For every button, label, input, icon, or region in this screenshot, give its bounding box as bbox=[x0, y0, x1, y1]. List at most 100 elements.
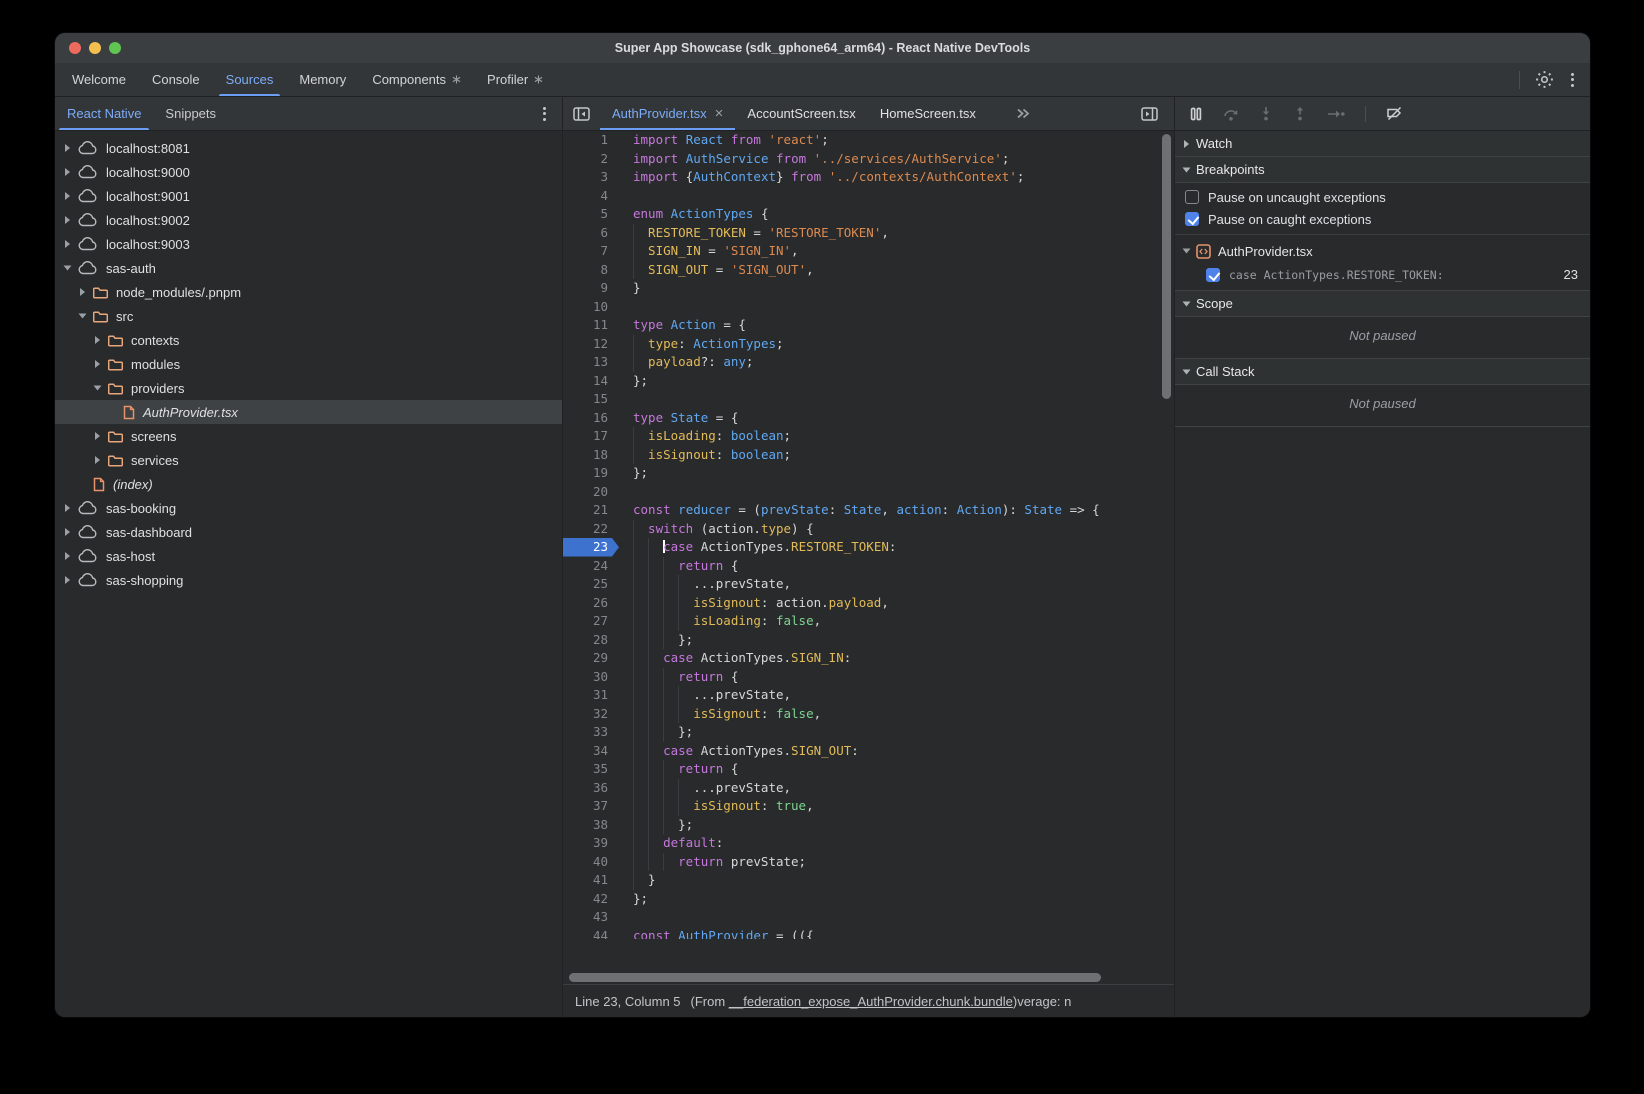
line-number[interactable]: 34 bbox=[563, 742, 619, 761]
line-number[interactable]: 1 bbox=[563, 131, 619, 150]
line-number[interactable]: 5 bbox=[563, 205, 619, 224]
line-number[interactable]: 8 bbox=[563, 261, 619, 280]
breakpoint-toggle-pause-on-uncaught-exceptions[interactable]: Pause on uncaught exceptions bbox=[1175, 186, 1590, 208]
checkbox[interactable] bbox=[1185, 190, 1199, 204]
line-number[interactable]: 24 bbox=[563, 557, 619, 576]
zoom-window-button[interactable] bbox=[109, 42, 121, 54]
minimize-window-button[interactable] bbox=[89, 42, 101, 54]
source-bundle-link[interactable]: __federation_expose_AuthProvider.chunk.b… bbox=[729, 994, 1013, 1009]
line-number[interactable]: 9 bbox=[563, 279, 619, 298]
line-number[interactable]: 30 bbox=[563, 668, 619, 687]
section-scope[interactable]: Scope bbox=[1175, 291, 1590, 317]
execution-line-badge[interactable]: 23 bbox=[563, 538, 619, 557]
line-number[interactable]: 10 bbox=[563, 298, 619, 317]
disclosure-box[interactable] bbox=[65, 144, 78, 152]
navigator-more-icon[interactable] bbox=[541, 105, 548, 123]
line-number[interactable]: 18 bbox=[563, 446, 619, 465]
line-number[interactable]: 17 bbox=[563, 427, 619, 446]
disclosure-triangle-icon[interactable] bbox=[1184, 140, 1189, 148]
line-number[interactable]: 7 bbox=[563, 242, 619, 261]
breakpoint-entry[interactable]: case ActionTypes.RESTORE_TOKEN:23 bbox=[1175, 263, 1590, 286]
tree-item-sas-booking[interactable]: sas-booking bbox=[55, 496, 562, 520]
tree-item-index[interactable]: (index) bbox=[55, 472, 562, 496]
tab-welcome[interactable]: Welcome bbox=[59, 63, 139, 96]
line-number[interactable]: 13 bbox=[563, 353, 619, 372]
line-number[interactable]: 21 bbox=[563, 501, 619, 520]
section-call-stack[interactable]: Call Stack bbox=[1175, 359, 1590, 385]
disclosure-box[interactable] bbox=[65, 552, 78, 560]
disclosure-box[interactable] bbox=[65, 192, 78, 200]
tab-sources[interactable]: Sources bbox=[213, 63, 287, 96]
editor-tab-authprovider-tsx[interactable]: AuthProvider.tsx× bbox=[600, 97, 735, 130]
breakpoint-file-group[interactable]: AuthProvider.tsx bbox=[1175, 239, 1590, 263]
disclosure-triangle-icon[interactable] bbox=[80, 288, 85, 296]
tree-item-screens[interactable]: screens bbox=[55, 424, 562, 448]
line-number[interactable]: 6 bbox=[563, 224, 619, 243]
disclosure-box[interactable] bbox=[65, 528, 78, 536]
line-number[interactable]: 26 bbox=[563, 594, 619, 613]
line-number[interactable]: 38 bbox=[563, 816, 619, 835]
tab-components[interactable]: Components bbox=[359, 63, 474, 96]
disclosure-box[interactable] bbox=[95, 336, 108, 344]
tree-item-localhost-9001[interactable]: localhost:9001 bbox=[55, 184, 562, 208]
close-tab-icon[interactable]: × bbox=[715, 106, 724, 121]
disclosure-triangle-icon[interactable] bbox=[65, 552, 70, 560]
disclosure-triangle-icon[interactable] bbox=[65, 144, 70, 152]
sidebar-tab-react-native[interactable]: React Native bbox=[55, 97, 153, 130]
disclosure-triangle-icon[interactable] bbox=[65, 168, 70, 176]
tree-item-contexts[interactable]: contexts bbox=[55, 328, 562, 352]
horizontal-scrollbar[interactable] bbox=[569, 973, 1101, 982]
line-number[interactable]: 36 bbox=[563, 779, 619, 798]
line-number[interactable]: 35 bbox=[563, 760, 619, 779]
show-debugger-icon[interactable] bbox=[1131, 107, 1168, 121]
checkbox[interactable] bbox=[1185, 212, 1199, 226]
disclosure-box[interactable] bbox=[65, 264, 78, 272]
hide-navigator-icon[interactable] bbox=[563, 107, 600, 121]
tree-item-sas-host[interactable]: sas-host bbox=[55, 544, 562, 568]
disclosure-triangle-icon[interactable] bbox=[1183, 369, 1191, 374]
disclosure-box[interactable] bbox=[95, 456, 108, 464]
disclosure-triangle-icon[interactable] bbox=[65, 192, 70, 200]
disclosure-triangle-icon[interactable] bbox=[65, 576, 70, 584]
vertical-scrollbar[interactable] bbox=[1162, 134, 1171, 399]
line-number[interactable]: 44 bbox=[563, 927, 619, 939]
tree-item-sas-auth[interactable]: sas-auth bbox=[55, 256, 562, 280]
line-number[interactable]: 20 bbox=[563, 483, 619, 502]
disclosure-triangle-icon[interactable] bbox=[64, 266, 72, 271]
tree-item-authprovider-tsx[interactable]: AuthProvider.tsx bbox=[55, 400, 562, 424]
line-number[interactable]: 2 bbox=[563, 150, 619, 169]
line-number[interactable]: 27 bbox=[563, 612, 619, 631]
more-options-icon[interactable] bbox=[1569, 71, 1576, 89]
disclosure-triangle-icon[interactable] bbox=[79, 314, 87, 319]
tab-profiler[interactable]: Profiler bbox=[474, 63, 556, 96]
line-number[interactable]: 42 bbox=[563, 890, 619, 909]
close-window-button[interactable] bbox=[69, 42, 81, 54]
checkbox[interactable] bbox=[1206, 268, 1220, 282]
disclosure-box[interactable] bbox=[65, 168, 78, 176]
disclosure-box[interactable] bbox=[95, 360, 108, 368]
disclosure-box[interactable] bbox=[65, 216, 78, 224]
line-number[interactable]: 39 bbox=[563, 834, 619, 853]
tab-console[interactable]: Console bbox=[139, 63, 213, 96]
tree-item-services[interactable]: services bbox=[55, 448, 562, 472]
line-number[interactable]: 15 bbox=[563, 390, 619, 409]
tree-item-localhost-8081[interactable]: localhost:8081 bbox=[55, 136, 562, 160]
line-number[interactable]: 37 bbox=[563, 797, 619, 816]
tree-item-src[interactable]: src bbox=[55, 304, 562, 328]
disclosure-triangle-icon[interactable] bbox=[65, 240, 70, 248]
disclosure-box[interactable] bbox=[65, 240, 78, 248]
line-number[interactable]: 25 bbox=[563, 575, 619, 594]
section-watch[interactable]: Watch bbox=[1175, 131, 1590, 157]
tree-item-sas-dashboard[interactable]: sas-dashboard bbox=[55, 520, 562, 544]
deactivate-breakpoints-icon[interactable] bbox=[1386, 106, 1403, 121]
disclosure-box[interactable] bbox=[80, 288, 93, 296]
tree-item-localhost-9000[interactable]: localhost:9000 bbox=[55, 160, 562, 184]
more-tabs-icon[interactable] bbox=[1002, 108, 1044, 119]
tree-item-localhost-9003[interactable]: localhost:9003 bbox=[55, 232, 562, 256]
line-number[interactable]: 12 bbox=[563, 335, 619, 354]
breakpoint-toggle-pause-on-caught-exceptions[interactable]: Pause on caught exceptions bbox=[1175, 208, 1590, 230]
disclosure-box[interactable] bbox=[65, 576, 78, 584]
disclosure-triangle-icon[interactable] bbox=[1183, 249, 1191, 254]
tree-item-providers[interactable]: providers bbox=[55, 376, 562, 400]
line-number[interactable]: 19 bbox=[563, 464, 619, 483]
